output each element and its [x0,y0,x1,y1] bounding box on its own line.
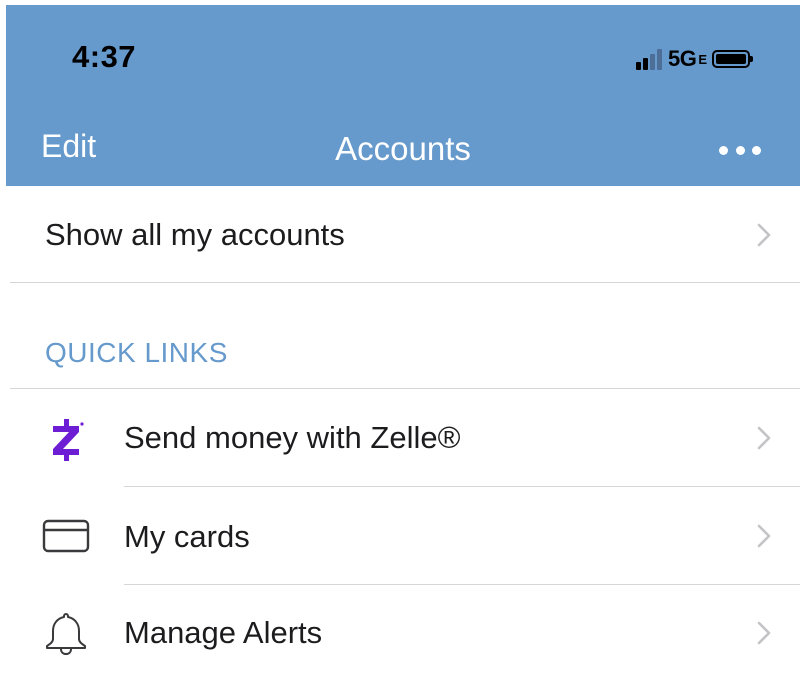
battery-icon [712,50,754,68]
bell-icon [46,613,86,655]
zelle-icon [53,419,84,461]
send-money-zelle-label: Send money with Zelle® [124,420,461,455]
card-icon [42,519,90,553]
signal-strength-icon [636,48,664,70]
send-money-zelle-row[interactable]: Send money with Zelle® [0,389,800,486]
quick-links-header: QUICK LINKS [45,337,228,368]
chevron-right-icon [757,426,771,450]
page-title: Accounts [335,130,471,167]
manage-alerts-label: Manage Alerts [124,615,323,650]
nav-header: 4:37 5G E Edit Accounts [6,5,800,186]
network-subtype: E [698,51,708,67]
dot-icon [719,145,728,155]
chevron-right-icon [757,524,771,548]
manage-alerts-row[interactable]: Manage Alerts [0,585,800,679]
divider [10,282,800,283]
show-all-accounts-label: Show all my accounts [45,217,345,252]
dot-icon [735,145,745,155]
more-options-button[interactable] [719,143,761,157]
chevron-right-icon [757,223,771,247]
status-time: 4:37 [72,39,137,74]
status-indicators: 5G E [636,45,754,73]
my-cards-row[interactable]: My cards [0,487,800,584]
chevron-right-icon [757,621,771,645]
dot-icon [752,145,761,155]
my-cards-label: My cards [124,519,250,554]
network-type: 5G [668,46,697,71]
show-all-accounts-row[interactable]: Show all my accounts [0,186,800,282]
